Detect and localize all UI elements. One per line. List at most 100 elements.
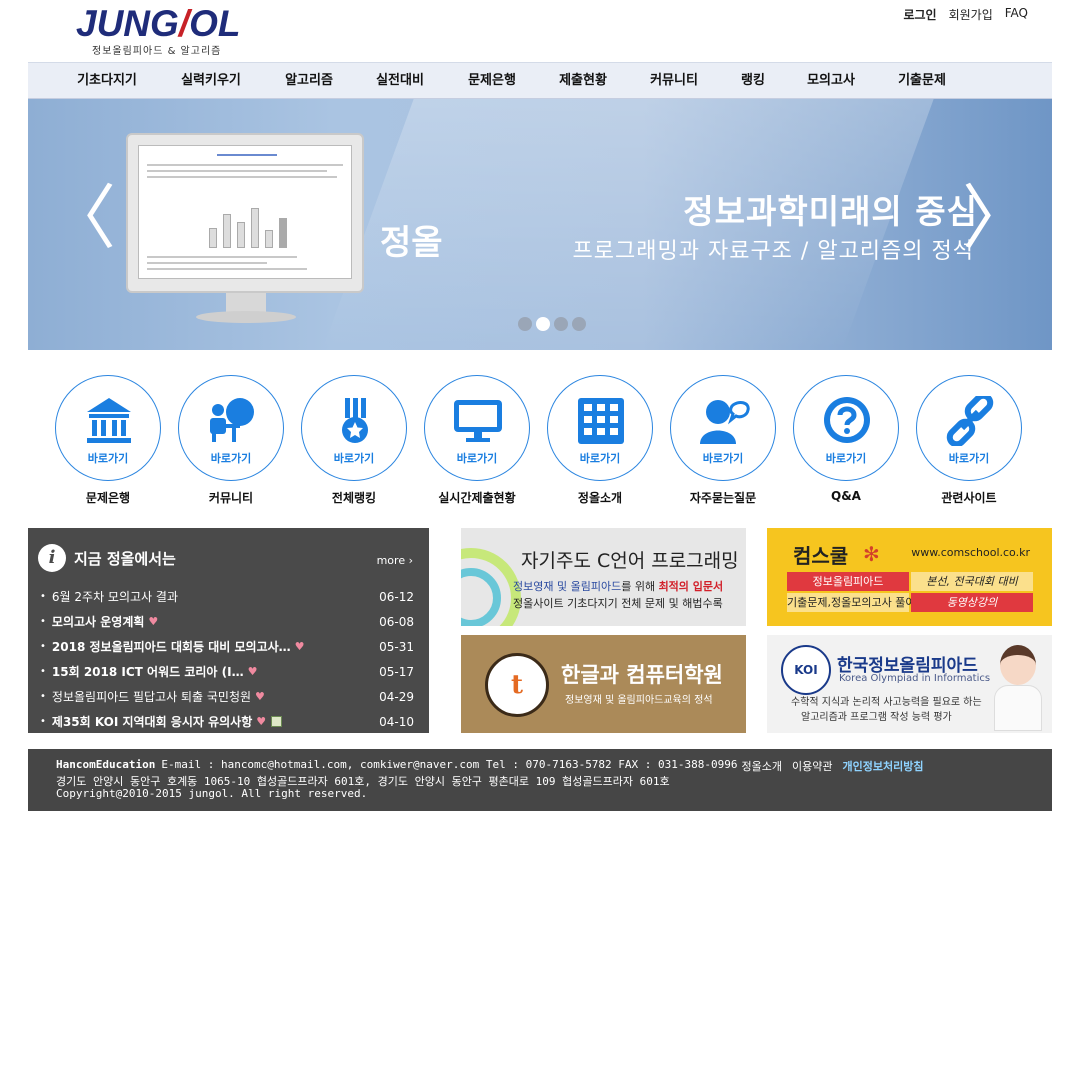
ad-line: 수학적 지식과 논리적 사고능력을 필요로 하는 xyxy=(791,697,982,708)
go-label: 바로가기 xyxy=(702,452,744,465)
quick-link-related-sites[interactable]: 바로가기 관련사이트 xyxy=(916,375,1022,506)
faq-link[interactable]: FAQ xyxy=(1005,6,1028,23)
quick-link-circle: 바로가기 xyxy=(670,375,776,481)
ad-koi[interactable]: KOI 한국정보올림피아드 Korea Olympiad in Informat… xyxy=(767,635,1052,733)
nav-item-submissions[interactable]: 제출현황 xyxy=(559,63,607,98)
monitor-base xyxy=(196,311,296,323)
quick-link-qna[interactable]: 바로가기 Q&A xyxy=(793,375,899,503)
ad-hancom-academy[interactable]: t 한글과 컴퓨터학원 정보영재 및 올림피아드교육의 정석 xyxy=(461,635,746,733)
go-label: 바로가기 xyxy=(210,452,252,465)
ad-english-title: Korea Olympiad in Informatics xyxy=(839,673,991,684)
quick-link-label: 관련사이트 xyxy=(941,491,997,505)
nav-item-basics[interactable]: 기초다지기 xyxy=(77,63,137,98)
quick-link-circle: 바로가기 xyxy=(178,375,284,481)
ad-c-programming-book[interactable]: 자기주도 C언어 프로그래밍 정보영재 및 올림피아드를 위해 최적의 입문서 … xyxy=(461,528,746,626)
footer-contact: E-mail : hancomc@hotmail.com, comkiwer@n… xyxy=(161,758,738,771)
attachment-icon xyxy=(271,716,283,727)
quick-link-circle: 바로가기 xyxy=(55,375,161,481)
quick-link-label: 문제은행 xyxy=(85,491,131,505)
top-links: 로그인 회원가입 FAQ xyxy=(903,6,1028,23)
news-item[interactable]: • 15회 2018 ICT 어워드 코리아 (I… ♥ 05-17 xyxy=(40,659,414,684)
go-label: 바로가기 xyxy=(456,452,498,465)
banner-side-text: 정올 xyxy=(380,223,443,263)
news-item[interactable]: • 제35회 KOI 지역대회 응시자 유의사항 ♥ 04-10 xyxy=(40,709,414,734)
hero-banner[interactable]: 정올 정보과학미래의 중심 프로그래밍과 자료구조 / 알고리즘의 정석 〈 〉 xyxy=(28,99,1052,350)
banner-dot-2[interactable] xyxy=(536,317,550,331)
news-item-title: 2018 정보올림피아드 대회등 대비 모의고사… xyxy=(51,640,291,654)
bullet-icon: • xyxy=(40,716,46,727)
nav-item-mock-exam[interactable]: 모의고사 xyxy=(807,63,855,98)
chat-user-icon xyxy=(700,400,750,444)
hancom-emblem-icon: t xyxy=(485,653,549,717)
quick-link-circle: 바로가기 xyxy=(793,375,899,481)
nav-item-community[interactable]: 커뮤니티 xyxy=(650,63,698,98)
nav-item-problem-bank[interactable]: 문제은행 xyxy=(468,63,516,98)
signup-link[interactable]: 회원가입 xyxy=(949,6,993,23)
koi-logo-icon: KOI xyxy=(781,645,831,695)
news-item-date: 04-29 xyxy=(379,689,414,704)
bullet-icon: • xyxy=(40,691,46,702)
news-item-date: 06-12 xyxy=(379,589,414,604)
news-header: i 지금 정올에서는 xyxy=(38,544,176,572)
nav-item-past-exams[interactable]: 기출문제 xyxy=(898,63,946,98)
news-item[interactable]: • 6월 2주차 모의고사 결과 06-12 xyxy=(40,584,414,609)
news-item[interactable]: • 정보올림피아드 필답고사 퇴출 국민청원 ♥ 04-29 xyxy=(40,684,414,709)
ad-cell: 동영상강의 xyxy=(911,593,1033,612)
quick-link-circle: 바로가기 xyxy=(547,375,653,481)
link-icon xyxy=(946,396,994,446)
flower-icon: ✻ xyxy=(863,542,880,566)
bullet-icon: • xyxy=(40,616,46,627)
quick-link-realtime-submissions[interactable]: 바로가기 실시간제출현황 xyxy=(424,375,530,506)
building-icon xyxy=(578,398,624,444)
monitor-icon xyxy=(454,400,502,442)
community-icon xyxy=(210,398,254,442)
footer-brand: HancomEducation xyxy=(56,758,156,771)
news-item-title: 15회 2018 ICT 어워드 코리아 (I… xyxy=(51,665,244,679)
nav-item-practice[interactable]: 실전대비 xyxy=(376,63,424,98)
news-more-link[interactable]: more › xyxy=(377,554,413,567)
site-footer: HancomEducation E-mail : hancomc@hotmail… xyxy=(28,749,1052,811)
nav-item-ranking[interactable]: 랭킹 xyxy=(741,63,765,98)
heart-icon: ♥ xyxy=(148,614,159,628)
chevron-right-icon: › xyxy=(408,554,413,567)
site-logo[interactable]: JUNG/OL 정보올림피아드 & 알고리즘 xyxy=(76,4,240,58)
ad-title: 자기주도 C언어 프로그래밍 xyxy=(521,550,739,572)
footer-about-link[interactable]: 정올소개 xyxy=(742,758,782,774)
quick-link-about[interactable]: 바로가기 정올소개 xyxy=(547,375,653,506)
quick-link-problem-bank[interactable]: 바로가기 문제은행 xyxy=(55,375,161,506)
ad-comschool[interactable]: 컴스쿨 ✻ www.comschool.co.kr 정보올림피아드 본선, 전국… xyxy=(767,528,1052,626)
news-title: 지금 정올에서는 xyxy=(74,549,176,568)
quick-link-ranking[interactable]: 바로가기 전체랭킹 xyxy=(301,375,407,506)
quick-link-community[interactable]: 바로가기 커뮤니티 xyxy=(178,375,284,506)
quick-link-faq[interactable]: 바로가기 자주묻는질문 xyxy=(670,375,776,506)
news-more-label: more xyxy=(376,554,406,567)
login-link[interactable]: 로그인 xyxy=(903,6,936,23)
monitor-stand xyxy=(226,293,266,313)
monitor-screen xyxy=(138,145,352,279)
quick-link-label: 커뮤니티 xyxy=(208,491,254,505)
nav-item-skills[interactable]: 실력키우기 xyxy=(181,63,241,98)
banner-prev-arrow-icon[interactable]: 〈 xyxy=(46,183,116,253)
news-item-date: 04-10 xyxy=(379,714,414,729)
banner-subtitle: 프로그래밍과 자료구조 / 알고리즘의 정석 xyxy=(572,239,974,264)
news-item[interactable]: • 2018 정보올림피아드 대회등 대비 모의고사… ♥ 05-31 xyxy=(40,634,414,659)
quick-link-label: 실시간제출현황 xyxy=(438,491,516,505)
banner-dot-4[interactable] xyxy=(572,317,586,331)
ad-title: 컴스쿨 xyxy=(793,544,849,568)
bullet-icon: • xyxy=(40,641,46,652)
news-item[interactable]: • 모의고사 운영계획 ♥ 06-08 xyxy=(40,609,414,634)
banner-dot-1[interactable] xyxy=(518,317,532,331)
nav-item-algorithm[interactable]: 알고리즘 xyxy=(285,63,333,98)
banner-dot-3[interactable] xyxy=(554,317,568,331)
ad-cell: 정보올림피아드 xyxy=(787,572,909,591)
heart-icon: ♥ xyxy=(247,664,258,678)
news-item-date: 05-17 xyxy=(379,664,414,679)
footer-privacy-link[interactable]: 개인정보처리방침 xyxy=(842,758,923,774)
banner-title: 정보과학미래의 중심 xyxy=(683,192,978,231)
news-item-title: 정보올림피아드 필답고사 퇴출 국민청원 xyxy=(51,690,252,704)
footer-terms-link[interactable]: 이용약관 xyxy=(792,758,832,774)
bullet-icon: • xyxy=(40,666,46,677)
medal-icon xyxy=(342,398,368,443)
news-item-date: 06-08 xyxy=(379,614,414,629)
banner-next-arrow-icon[interactable]: 〉 xyxy=(962,183,1032,253)
